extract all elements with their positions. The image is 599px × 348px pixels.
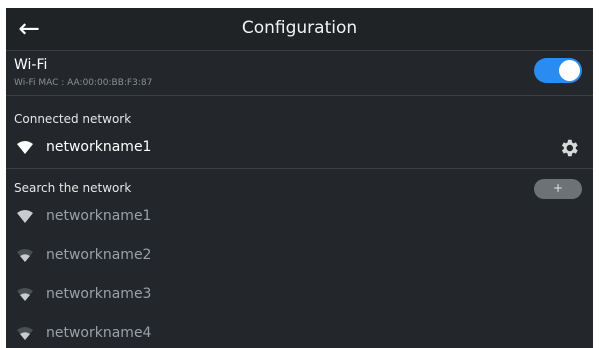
toggle-knob xyxy=(559,60,580,81)
add-network-button[interactable]: + xyxy=(534,179,582,199)
network-name: networkname2 xyxy=(46,247,152,263)
wifi-signal-icon xyxy=(17,288,33,301)
connected-network-item[interactable]: networkname1 xyxy=(6,130,593,166)
network-name: networkname3 xyxy=(46,286,152,302)
divider xyxy=(6,168,593,169)
header-bar: ← Configuration xyxy=(6,8,593,51)
wifi-signal-icon xyxy=(17,249,33,262)
gear-icon[interactable] xyxy=(558,137,580,159)
connected-network-name: networkname1 xyxy=(46,139,152,155)
network-list-item[interactable]: networkname2 xyxy=(6,238,593,274)
network-list-item[interactable]: networkname1 xyxy=(6,199,593,235)
divider xyxy=(6,95,593,96)
connected-network-label: Connected network xyxy=(14,112,132,126)
search-network-label: Search the network xyxy=(14,181,132,195)
wifi-toggle[interactable] xyxy=(534,58,582,83)
network-list-item[interactable]: networkname4 xyxy=(6,316,593,348)
wifi-signal-icon xyxy=(17,327,33,340)
network-name: networkname1 xyxy=(46,208,152,224)
page-title: Configuration xyxy=(241,18,358,38)
network-list-item[interactable]: networkname3 xyxy=(6,277,593,313)
wifi-mac-address: Wi-Fi MAC : AA:00:00:BB:F3:87 xyxy=(14,78,153,88)
wifi-signal-icon xyxy=(17,210,33,223)
wifi-configuration-screen: ← Configuration Wi-Fi Wi-Fi MAC : AA:00:… xyxy=(6,8,593,348)
network-name: networkname4 xyxy=(46,325,152,341)
wifi-label: Wi-Fi xyxy=(14,57,48,73)
wifi-signal-icon xyxy=(17,141,33,154)
